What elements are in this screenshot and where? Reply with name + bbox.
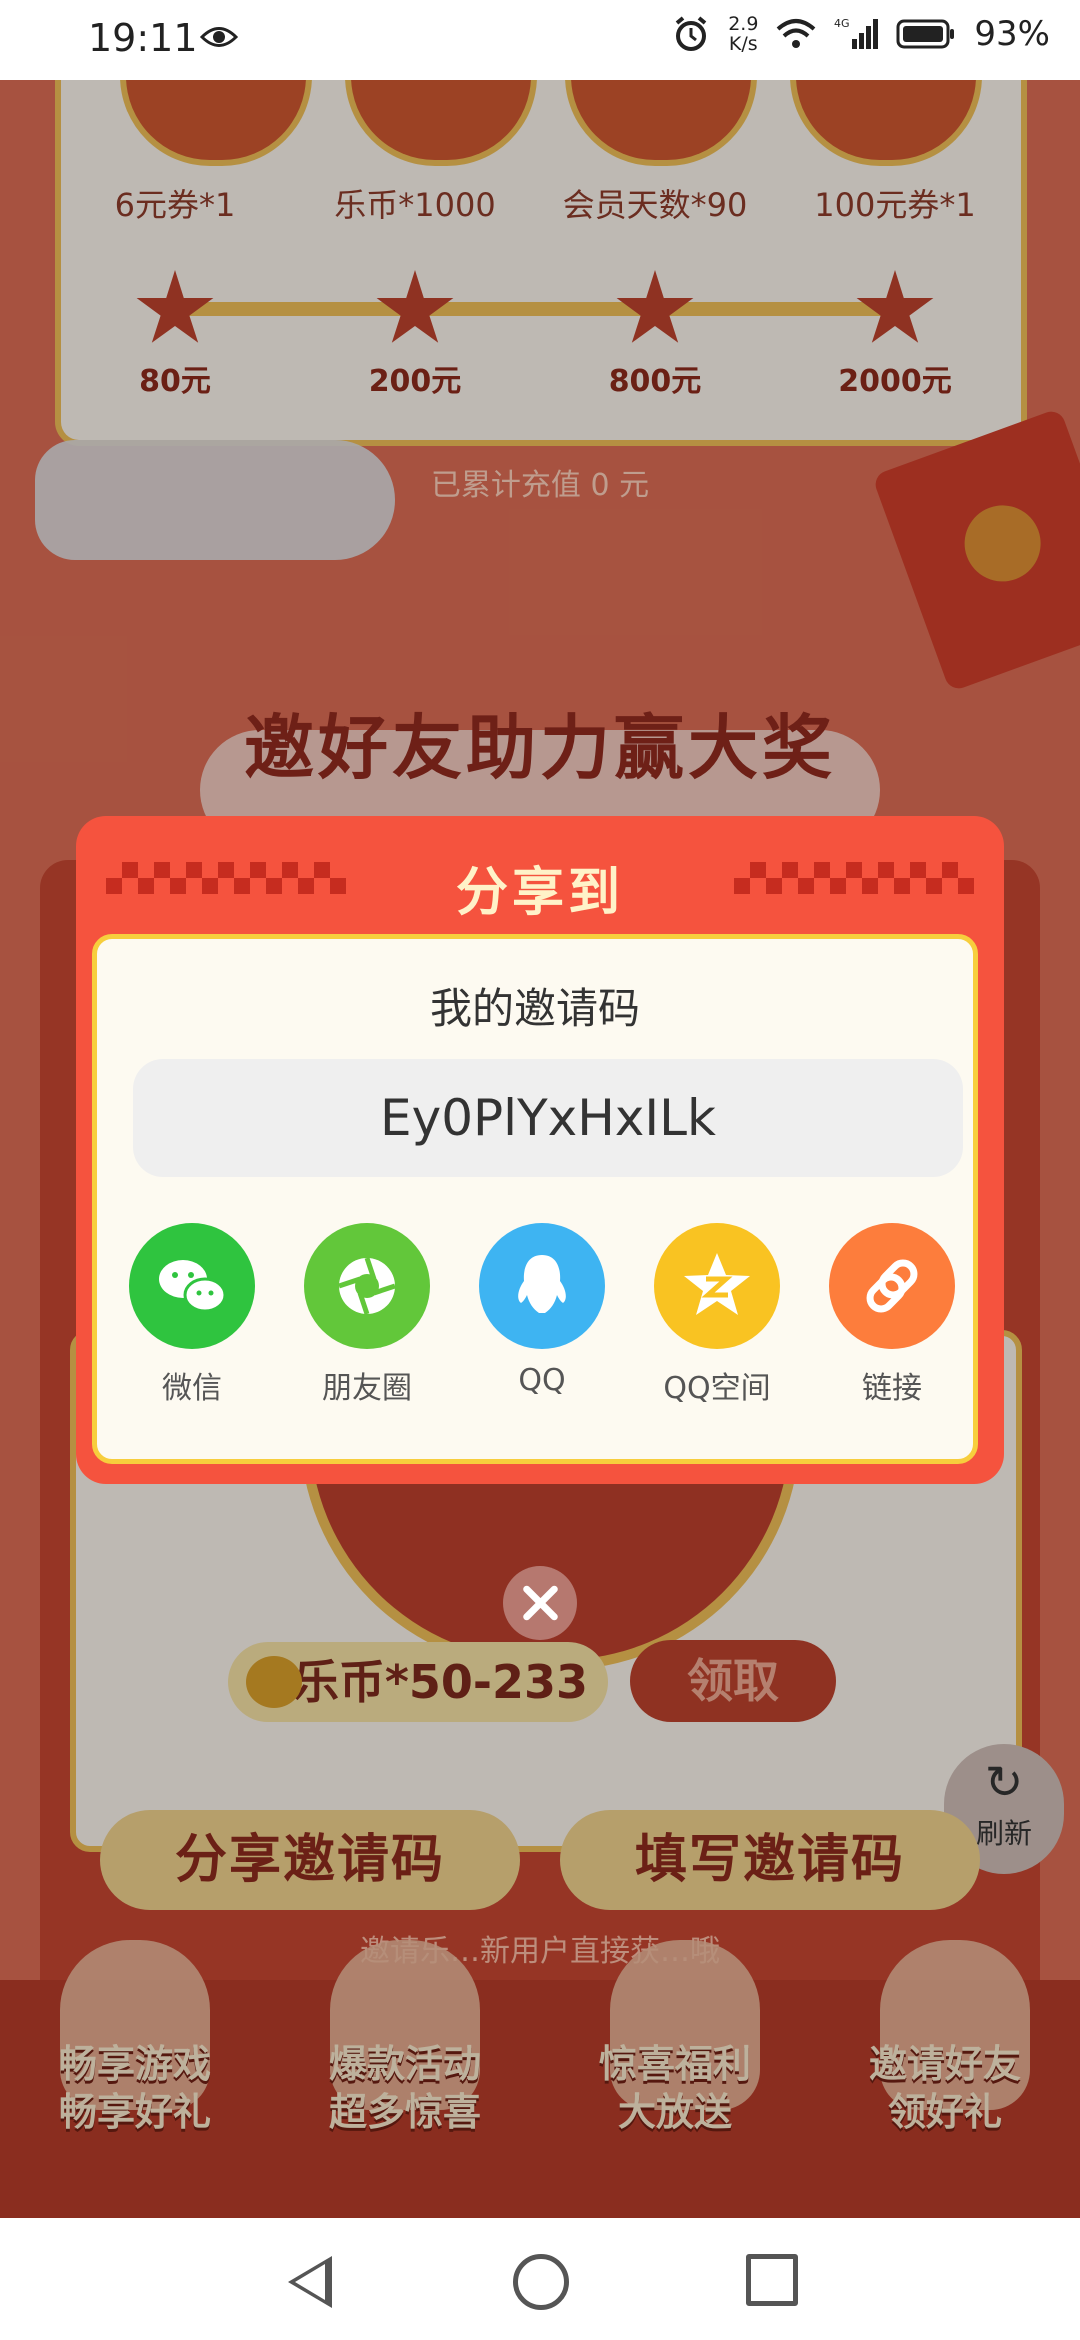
invite-code-box[interactable]: Ey0PlYxHxILk	[133, 1059, 963, 1177]
qzone-icon	[654, 1223, 780, 1349]
status-time: 19:11	[88, 16, 198, 60]
share-dialog: 分享到 我的邀请码 Ey0PlYxHxILk 微信 朋友圈 QQ QQ空间 链接	[76, 816, 1004, 1484]
share-wechat[interactable]: 微信	[117, 1223, 267, 1407]
battery-icon	[896, 19, 955, 49]
dialog-body: 我的邀请码 Ey0PlYxHxILk 微信 朋友圈 QQ QQ空间 链接	[92, 934, 978, 1464]
invite-code-label: 我的邀请码	[429, 984, 640, 1033]
link-icon	[829, 1223, 955, 1349]
system-nav-bar	[0, 2218, 1080, 2340]
qq-icon	[479, 1223, 605, 1349]
battery-percent: 93%	[974, 14, 1050, 54]
share-qq[interactable]: QQ	[467, 1223, 617, 1407]
recent-apps-icon[interactable]	[746, 2254, 798, 2306]
dialog-title: 分享到	[455, 863, 624, 923]
back-icon[interactable]	[288, 2256, 332, 2308]
share-moments[interactable]: 朋友圈	[292, 1223, 442, 1407]
eye-icon	[200, 27, 238, 47]
wifi-icon	[777, 19, 816, 48]
home-icon[interactable]	[513, 2254, 569, 2310]
svg-text:4G: 4G	[834, 17, 850, 30]
network-speed: 2.9 K/s	[728, 13, 759, 55]
status-icons: 2.9 K/s 4G 93%	[672, 14, 1050, 54]
share-targets: 微信 朋友圈 QQ QQ空间 链接	[117, 1223, 967, 1407]
share-qzone[interactable]: QQ空间	[642, 1223, 792, 1407]
wechat-icon	[129, 1223, 255, 1349]
share-link[interactable]: 链接	[817, 1223, 967, 1407]
alarm-icon	[675, 16, 707, 51]
moments-icon	[304, 1223, 430, 1349]
signal-icon: 4G	[834, 17, 879, 49]
status-bar: 19:11 2.9 K/s 4G 93%	[0, 0, 1080, 80]
close-dialog-button[interactable]	[503, 1566, 577, 1640]
